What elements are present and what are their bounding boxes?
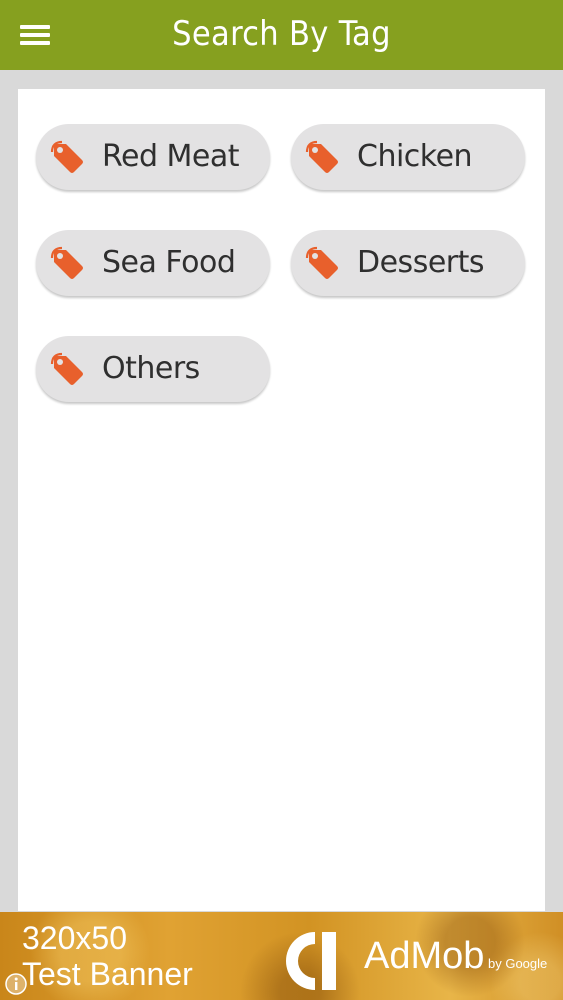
ad-size-label: 320x50 — [22, 920, 127, 956]
admob-logo-icon — [286, 932, 336, 990]
ad-banner[interactable]: 320x50 Test Banner AdMob by Google — [0, 912, 563, 1000]
info-icon[interactable] — [4, 972, 28, 996]
tag-chip-desserts[interactable]: Desserts — [291, 230, 525, 296]
tag-label: Chicken — [357, 139, 473, 174]
tag-label: Sea Food — [102, 245, 236, 280]
tag-icon — [305, 246, 338, 279]
tag-label: Others — [102, 351, 200, 386]
tag-list-card: Red Meat Chicken Sea Food Desserts Other… — [18, 89, 545, 911]
tag-chip-others[interactable]: Others — [36, 336, 270, 402]
admob-by-google: by Google — [488, 956, 548, 971]
tag-icon — [50, 352, 83, 385]
page-title: Search By Tag — [172, 14, 391, 54]
admob-brand: AdMob — [364, 935, 485, 977]
tag-icon — [50, 140, 83, 173]
tag-chip-red-meat[interactable]: Red Meat — [36, 124, 270, 190]
tag-chip-sea-food[interactable]: Sea Food — [36, 230, 270, 296]
app-bar: Search By Tag — [0, 0, 563, 70]
tag-label: Desserts — [357, 245, 485, 280]
tag-chip-chicken[interactable]: Chicken — [291, 124, 525, 190]
ad-title: Test Banner — [22, 956, 193, 992]
tag-label: Red Meat — [102, 139, 240, 174]
tag-icon — [50, 246, 83, 279]
tag-icon — [305, 140, 338, 173]
